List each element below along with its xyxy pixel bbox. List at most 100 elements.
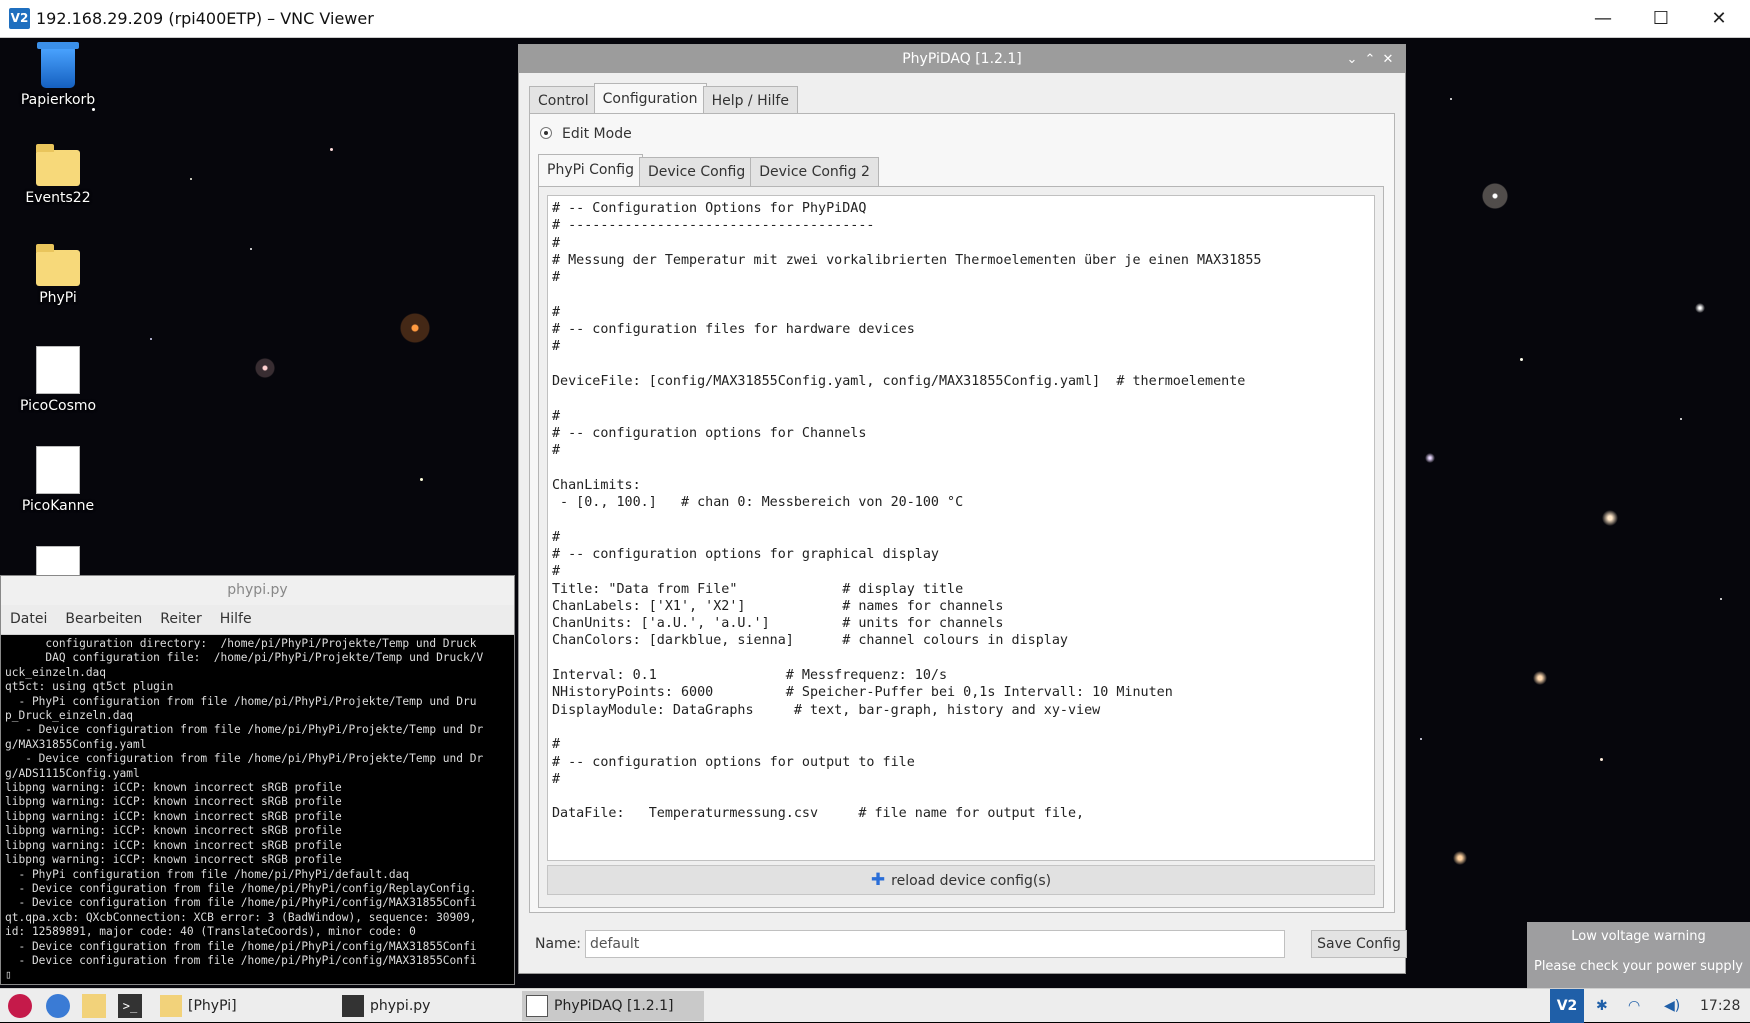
wifi-icon[interactable]: ◠ <box>1628 989 1640 1023</box>
save-config-button[interactable]: Save Config <box>1311 930 1407 958</box>
terminal-line: - Device configuration from file /home/p… <box>5 723 484 737</box>
terminal-menubar: Datei Bearbeiten Reiter Hilfe <box>1 605 514 635</box>
volume-icon[interactable]: ◀) <box>1664 989 1680 1023</box>
terminal-line: - PhyPi configuration from file /home/pi… <box>5 694 477 708</box>
close-icon[interactable]: ✕ <box>1379 46 1397 74</box>
terminal-line: - Device configuration from file /home/p… <box>5 953 477 967</box>
folder-icon <box>36 144 80 186</box>
desktop-icon-label: Events22 <box>25 190 91 206</box>
desktop-icon-picocosmo[interactable]: PicoCosmo <box>8 346 108 414</box>
folder-icon <box>160 995 182 1017</box>
terminal-output[interactable]: configuration directory: /home/pi/PhyPi/… <box>1 635 514 984</box>
desktop-icon-phypi[interactable]: PhyPi <box>8 244 108 306</box>
window-title: PhyPiDAQ [1.2.1] <box>902 51 1022 67</box>
menu-reiter[interactable]: Reiter <box>151 605 210 634</box>
reload-device-config-button[interactable]: ✚ reload device config(s) <box>547 865 1375 895</box>
window-icon <box>526 995 548 1017</box>
terminal-line: - Device configuration from file /home/p… <box>5 881 477 895</box>
terminal-line: DAQ configuration file: /home/pi/PhyPi/P… <box>5 651 484 665</box>
task-terminal[interactable]: phypi.py <box>338 991 516 1021</box>
name-label: Name: <box>535 936 582 952</box>
terminal-line: - Device configuration from file /home/p… <box>5 896 477 910</box>
edit-mode-label: Edit Mode <box>562 126 632 142</box>
notification-title: Low voltage warning <box>1571 929 1706 944</box>
terminal-line: libpng warning: iCCP: known incorrect sR… <box>5 781 342 795</box>
tab-configuration[interactable]: Configuration <box>593 83 707 116</box>
configuration-panel: Edit Mode PhyPi Config Device Config Devic… <box>529 113 1395 913</box>
low-voltage-notification[interactable]: Low voltage warning Please check your po… <box>1527 922 1750 988</box>
main-tabs: Control Configuration Help / Hilfe <box>529 83 798 116</box>
terminal-window: phypi.py Datei Bearbeiten Reiter Hilfe conf… <box>0 575 515 985</box>
desktop-icon-picokanne[interactable]: PicoKanne <box>8 446 108 514</box>
browser-icon[interactable] <box>46 994 70 1018</box>
raspberry-menu-icon[interactable] <box>8 994 32 1018</box>
terminal-line: libpng warning: iCCP: known incorrect sR… <box>5 795 342 809</box>
maximize-icon[interactable]: ⌃ <box>1361 46 1379 74</box>
terminal-line: id: 12589891, major code: 40 (TranslateC… <box>5 925 416 939</box>
terminal-line: g/ADS1115Config.yaml <box>5 766 140 780</box>
folder-icon <box>36 244 80 286</box>
terminal-line: libpng warning: iCCP: known incorrect sR… <box>5 824 342 838</box>
desktop-icon-events22[interactable]: Events22 <box>8 144 108 206</box>
app-icon <box>36 346 80 394</box>
task-label: PhyPiDAQ [1.2.1] <box>554 998 674 1014</box>
terminal-line: qt5ct: using qt5ct plugin <box>5 680 174 694</box>
tab-device-config[interactable]: Device Config <box>639 157 755 187</box>
menu-hilfe[interactable]: Hilfe <box>211 605 261 634</box>
name-input[interactable] <box>585 930 1285 958</box>
tab-help[interactable]: Help / Hilfe <box>702 86 798 116</box>
bluetooth-icon[interactable]: ✱ <box>1596 989 1608 1023</box>
task-phypidaq[interactable]: PhyPiDAQ [1.2.1] <box>522 991 704 1021</box>
terminal-line: qt.qpa.xcb: QXcbConnection: XCB error: 3… <box>5 910 477 924</box>
phypidaq-titlebar: PhyPiDAQ [1.2.1] ⌄ ⌃ ✕ <box>519 45 1405 73</box>
terminal-icon[interactable]: >_ <box>118 994 142 1018</box>
trash-icon <box>37 42 79 88</box>
tab-control[interactable]: Control <box>529 86 598 116</box>
vnc-logo-icon: V2 <box>9 8 30 29</box>
cup-icon <box>36 446 80 494</box>
menu-datei[interactable]: Datei <box>1 605 56 634</box>
minimize-icon[interactable]: ⌄ <box>1343 46 1361 74</box>
terminal-icon <box>342 995 364 1017</box>
desktop-icon-label: PicoCosmo <box>19 398 97 414</box>
vnc-titlebar: V2 192.168.29.209 (rpi400ETP) – VNC View… <box>0 0 1750 38</box>
terminal-line: configuration directory: /home/pi/PhyPi/… <box>5 637 477 650</box>
terminal-line: libpng warning: iCCP: known incorrect sR… <box>5 809 342 823</box>
desktop-icon-label: Papierkorb <box>20 92 96 108</box>
terminal-line: libpng warning: iCCP: known incorrect sR… <box>5 853 342 867</box>
phypi-config-panel: # -- Configuration Options for PhyPiDAQ … <box>538 186 1384 908</box>
desktop-icon-label: PhyPi <box>39 290 77 306</box>
tab-device-config-2[interactable]: Device Config 2 <box>750 157 879 187</box>
radio-selected-icon[interactable] <box>540 127 552 139</box>
name-row: Name: Save Config <box>535 930 1407 960</box>
file-icon <box>36 546 80 578</box>
terminal-title: phypi.py <box>1 576 514 605</box>
maximize-button[interactable]: ☐ <box>1632 0 1690 38</box>
terminal-line: libpng warning: iCCP: known incorrect sR… <box>5 838 342 852</box>
desktop-icon-label: PicoKanne <box>21 498 95 514</box>
file-manager-icon[interactable] <box>82 994 106 1018</box>
clock[interactable]: 17:28 <box>1700 989 1740 1023</box>
plus-icon: ✚ <box>870 870 886 890</box>
task-label: phypi.py <box>370 998 431 1014</box>
vnc-window-title: 192.168.29.209 (rpi400ETP) – VNC Viewer <box>36 9 374 28</box>
desktop-icon-papierkorb[interactable]: Papierkorb <box>8 42 108 108</box>
menu-bearbeiten[interactable]: Bearbeiten <box>56 605 151 634</box>
config-editor[interactable]: # -- Configuration Options for PhyPiDAQ … <box>547 195 1375 861</box>
taskbar: >_ [PhyPi] phypi.py PhyPiDAQ [1.2.1] V2 … <box>0 988 1750 1023</box>
close-button[interactable]: ✕ <box>1690 0 1748 38</box>
terminal-line: - Device configuration from file /home/p… <box>5 752 484 766</box>
task-phypi-folder[interactable]: [PhyPi] <box>156 991 334 1021</box>
terminal-line: p_Druck_einzeln.daq <box>5 709 133 723</box>
terminal-line: ▯ <box>5 968 12 982</box>
config-text[interactable]: # -- Configuration Options for PhyPiDAQ … <box>552 200 1370 823</box>
tab-phypi-config[interactable]: PhyPi Config <box>538 154 643 187</box>
vnc-tray-icon[interactable]: V2 <box>1550 989 1584 1023</box>
notification-message: Please check your power supply <box>1533 959 1743 974</box>
reload-label: reload device config(s) <box>891 873 1052 889</box>
edit-mode-option[interactable]: Edit Mode <box>540 126 632 142</box>
task-label: [PhyPi] <box>188 998 237 1014</box>
minimize-button[interactable]: — <box>1574 0 1632 38</box>
phypidaq-window: PhyPiDAQ [1.2.1] ⌄ ⌃ ✕ Control Configuratio… <box>518 44 1407 974</box>
terminal-line: - PhyPi configuration from file /home/pi… <box>5 867 410 881</box>
